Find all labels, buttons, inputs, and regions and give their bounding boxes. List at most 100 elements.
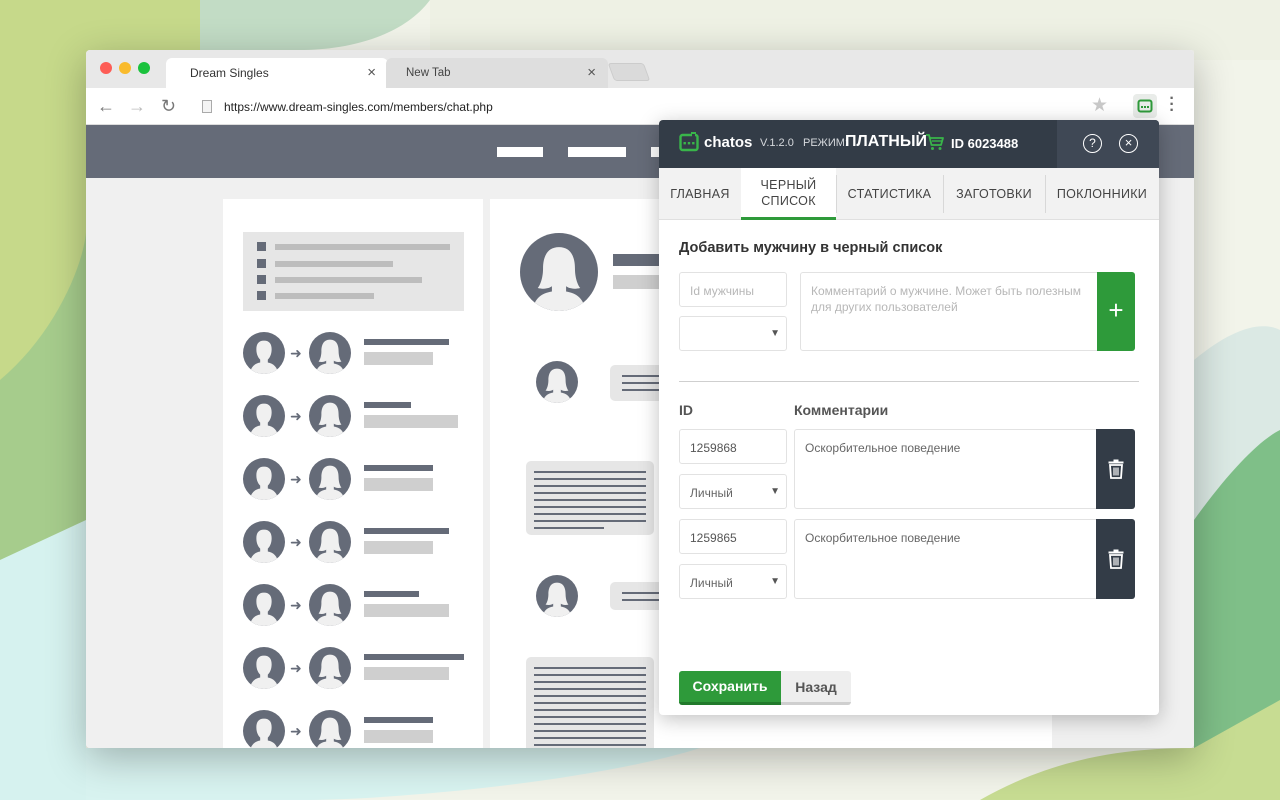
arrow-right-icon: ➜ xyxy=(290,408,302,424)
contact-info-bar xyxy=(364,667,449,680)
browser-tab-title: Dream Singles xyxy=(190,66,269,80)
man-id-input[interactable]: Id мужчины xyxy=(679,272,787,307)
female-avatar-icon xyxy=(532,247,586,311)
avatar xyxy=(536,361,578,403)
help-icon[interactable]: ? xyxy=(1083,134,1102,153)
delete-button[interactable] xyxy=(1096,429,1135,509)
male-avatar-icon xyxy=(249,529,279,563)
avatar xyxy=(309,395,351,437)
browser-tab-dream-singles[interactable]: Dream Singles × xyxy=(166,58,388,88)
menu-bullet xyxy=(257,275,266,284)
female-avatar-icon xyxy=(316,717,344,748)
male-avatar-icon xyxy=(249,340,279,374)
comment-textarea[interactable]: Комментарий о мужчине. Может быть полезн… xyxy=(800,272,1098,351)
tab-label: ЧЕРНЫЙ СПИСОК xyxy=(760,177,817,208)
trash-icon xyxy=(1108,459,1123,479)
menu-line xyxy=(275,277,422,283)
add-button[interactable]: + xyxy=(1097,272,1135,351)
add-section-title: Добавить мужчину в черный список xyxy=(679,240,943,256)
browser-tab-new-tab[interactable]: New Tab × xyxy=(386,58,608,88)
site-nav-item[interactable] xyxy=(497,147,543,157)
menu-bullet xyxy=(257,291,266,300)
contact-name-bar xyxy=(364,654,464,660)
arrow-right-icon[interactable]: → xyxy=(128,96,146,116)
row-comment-textarea[interactable]: Оскорбительное поведение xyxy=(794,519,1097,599)
back-button[interactable]: Назад xyxy=(781,671,851,705)
bubble-line xyxy=(534,709,646,711)
menu-line xyxy=(275,261,393,267)
select-value: Личный xyxy=(690,486,733,500)
page-icon xyxy=(202,100,212,113)
row-type-select[interactable]: Личный ▼ xyxy=(679,474,787,509)
blacklist-type-select[interactable]: ▼ xyxy=(679,316,787,351)
avatar xyxy=(243,647,285,689)
column-header-id: ID xyxy=(679,402,693,418)
female-avatar-icon xyxy=(315,654,345,689)
caret-down-icon: ▼ xyxy=(770,576,780,587)
avatar xyxy=(309,521,351,563)
bubble-line xyxy=(534,702,646,704)
caret-down-icon: ▼ xyxy=(770,486,780,497)
row-id-input[interactable]: 1259865 xyxy=(679,519,787,554)
select-value: Личный xyxy=(690,576,733,590)
tab-main[interactable]: ГЛАВНАЯ xyxy=(659,168,741,220)
contact-name-bar xyxy=(364,591,419,597)
site-nav-item[interactable] xyxy=(568,147,626,157)
row-type-select[interactable]: Личный ▼ xyxy=(679,564,787,599)
tab-label: СТАТИСТИКА xyxy=(847,187,932,201)
female-avatar-icon xyxy=(315,591,345,626)
user-id: ID 6023488 xyxy=(951,136,1019,151)
menu-line xyxy=(275,244,450,250)
row-id-input[interactable]: 1259868 xyxy=(679,429,787,464)
cart-icon[interactable] xyxy=(925,133,945,151)
profile-info-bar xyxy=(613,275,663,289)
bubble-line xyxy=(534,478,646,480)
close-icon[interactable]: × xyxy=(1119,134,1138,153)
arrow-left-icon[interactable]: ← xyxy=(97,96,115,116)
male-avatar-icon xyxy=(249,655,279,689)
star-icon[interactable]: ★ xyxy=(1091,96,1108,116)
bubble-line xyxy=(534,527,604,529)
female-avatar-icon xyxy=(315,339,345,374)
tab-label: ГЛАВНАЯ xyxy=(670,187,730,201)
tab-statistics[interactable]: СТАТИСТИКА xyxy=(836,168,943,220)
row-comment-textarea[interactable]: Оскорбительное поведение xyxy=(794,429,1097,509)
female-avatar-icon xyxy=(542,582,572,617)
new-tab-button[interactable] xyxy=(607,63,651,81)
contact-row[interactable]: ➜ xyxy=(243,395,473,439)
contact-info-bar xyxy=(364,604,449,617)
bubble-line xyxy=(534,520,646,522)
window-minimize-dot[interactable] xyxy=(119,62,131,74)
tab-templates[interactable]: ЗАГОТОВКИ xyxy=(943,168,1045,220)
bubble-line xyxy=(534,485,646,487)
avatar xyxy=(243,458,285,500)
brand-name: chatos xyxy=(704,134,753,151)
contact-row[interactable]: ➜ xyxy=(243,458,473,502)
contact-row[interactable]: ➜ xyxy=(243,584,473,628)
plus-icon: + xyxy=(1108,295,1124,325)
menu-line xyxy=(275,293,374,299)
chatos-popup: chatos V.1.2.0 РЕЖИМ: ПЛАТНЫЙ ID 6023488… xyxy=(659,120,1159,715)
reload-icon[interactable]: ↻ xyxy=(161,96,176,116)
tab-close-icon[interactable]: × xyxy=(367,65,376,80)
avatar xyxy=(520,233,598,311)
contact-row[interactable]: ➜ xyxy=(243,710,473,748)
contact-row[interactable]: ➜ xyxy=(243,521,473,565)
save-button[interactable]: Сохранить xyxy=(679,671,781,705)
more-vertical-icon[interactable]: · · · xyxy=(1166,91,1178,119)
contact-row[interactable]: ➜ xyxy=(243,332,473,376)
chatos-extension-icon[interactable] xyxy=(1133,94,1157,118)
delete-button[interactable] xyxy=(1096,519,1135,599)
avatar xyxy=(243,584,285,626)
window-maximize-dot[interactable] xyxy=(138,62,150,74)
tab-admirers[interactable]: ПОКЛОННИКИ xyxy=(1045,168,1159,220)
address-bar[interactable]: https://www.dream-singles.com/members/ch… xyxy=(198,94,1110,119)
contact-row[interactable]: ➜ xyxy=(243,647,473,691)
contact-name-bar xyxy=(364,465,433,471)
tab-blacklist[interactable]: ЧЕРНЫЙ СПИСОК xyxy=(741,168,836,220)
contact-name-bar xyxy=(364,717,433,723)
window-close-dot[interactable] xyxy=(100,62,112,74)
avatar xyxy=(309,710,351,748)
tab-close-icon[interactable]: × xyxy=(587,65,596,80)
url-text[interactable]: https://www.dream-singles.com/members/ch… xyxy=(224,100,493,114)
